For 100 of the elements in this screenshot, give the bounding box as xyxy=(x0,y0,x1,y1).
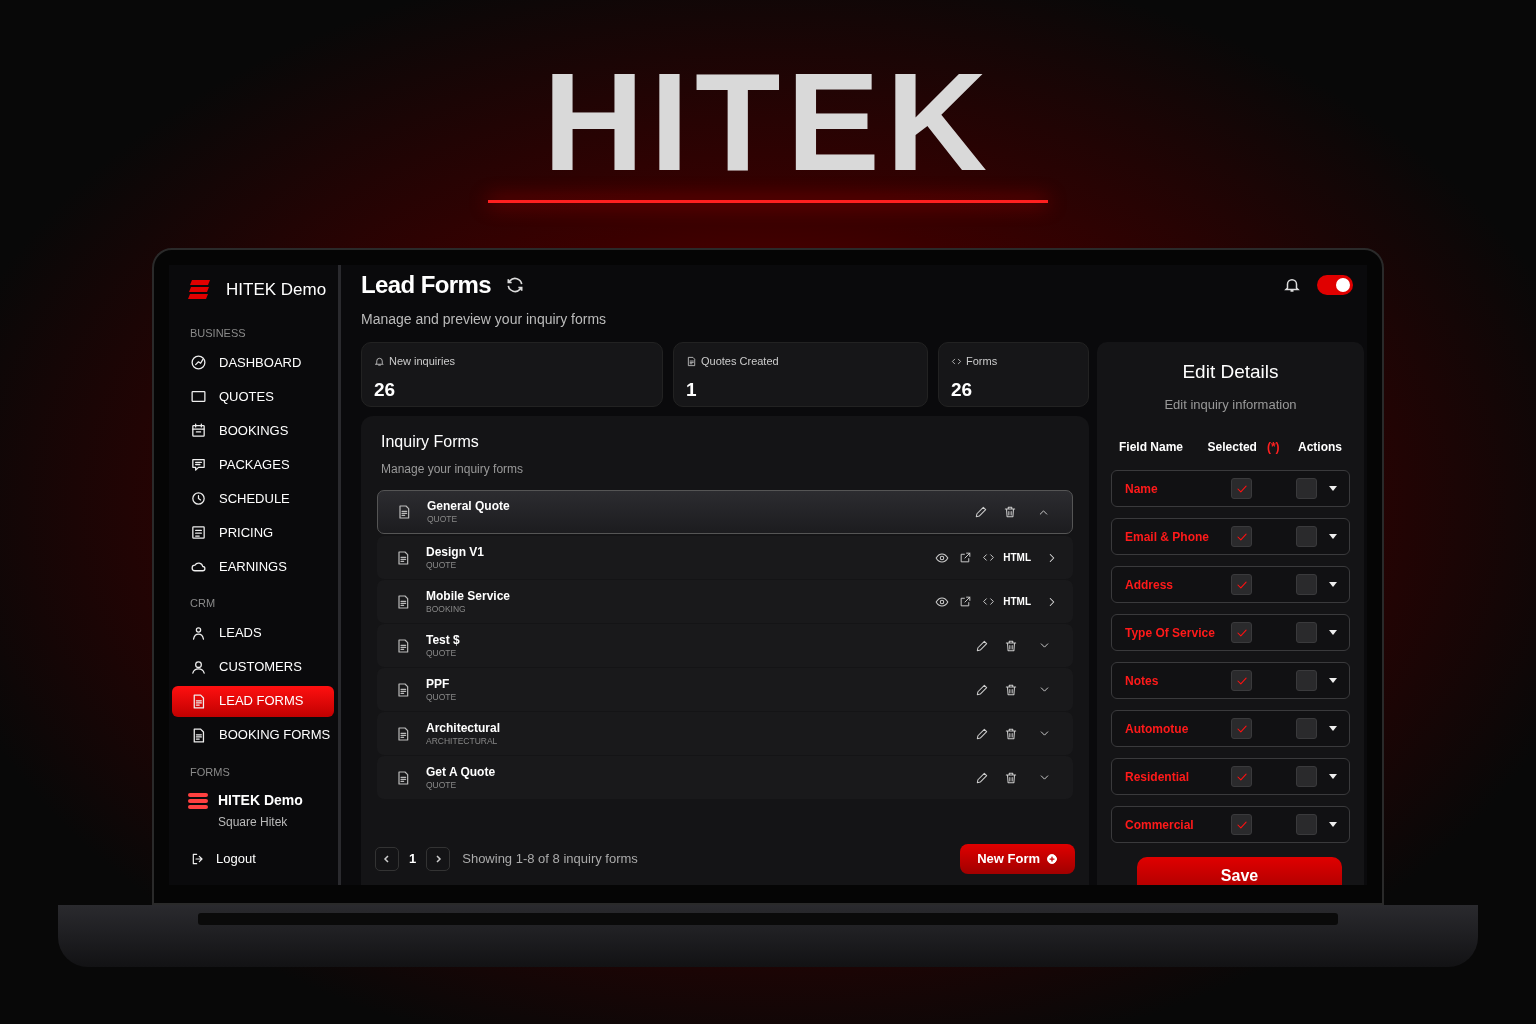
sidebar-item[interactable]: PRICING xyxy=(172,517,334,548)
selected-checkbox[interactable] xyxy=(1231,478,1252,499)
dropdown-caret-icon[interactable] xyxy=(1329,773,1337,780)
trash-icon[interactable] xyxy=(1004,770,1018,785)
eye-icon[interactable] xyxy=(935,550,950,565)
code-icon[interactable] xyxy=(982,551,996,564)
new-form-button[interactable]: New Form xyxy=(960,844,1075,874)
form-type: QUOTE xyxy=(426,647,458,659)
sidebar-item[interactable]: BOOKING FORMS xyxy=(172,719,334,751)
account-name: HITEK Demo xyxy=(218,791,303,810)
square-icon xyxy=(190,388,207,405)
sidebar-item[interactable]: PACKAGES xyxy=(172,449,334,480)
page-subtitle: Manage and preview your inquiry forms xyxy=(361,310,608,329)
sidebar-item[interactable]: DASHBOARD xyxy=(172,347,334,378)
stat-value: 26 xyxy=(374,377,397,402)
account-subtitle: Square Hitek xyxy=(218,814,289,831)
stat-label: Quotes Created xyxy=(701,354,779,369)
section-heading: BUSINESS xyxy=(190,325,247,341)
refresh-icon[interactable] xyxy=(505,275,526,295)
previous-page-button[interactable] xyxy=(375,847,399,871)
selected-checkbox[interactable] xyxy=(1231,718,1252,739)
form-name: General Quote xyxy=(427,499,510,514)
stat-label: Forms xyxy=(966,354,998,369)
trash-icon[interactable] xyxy=(1004,726,1018,741)
dropdown-caret-icon[interactable] xyxy=(1329,629,1337,636)
action-checkbox[interactable] xyxy=(1296,622,1317,643)
account-logo-icon xyxy=(188,792,208,810)
html-link[interactable]: HTML xyxy=(1003,594,1031,609)
pencil-icon[interactable] xyxy=(975,638,989,653)
toggle-switch[interactable] xyxy=(1317,275,1353,295)
code-icon[interactable] xyxy=(982,595,996,608)
dropdown-caret-icon[interactable] xyxy=(1329,821,1337,828)
form-type: ARCHITECTURAL xyxy=(426,735,499,747)
selected-checkbox[interactable] xyxy=(1231,574,1252,595)
column-header: Actions xyxy=(1298,439,1342,456)
selected-checkbox[interactable] xyxy=(1231,622,1252,643)
calendar-icon xyxy=(190,422,207,439)
action-checkbox[interactable] xyxy=(1296,670,1317,691)
action-checkbox[interactable] xyxy=(1296,718,1317,739)
external-link-icon[interactable] xyxy=(959,595,973,608)
field-name: Commercial xyxy=(1125,816,1195,834)
plus-circle-icon xyxy=(1046,853,1058,865)
selected-checkbox[interactable] xyxy=(1231,526,1252,547)
form-type: QUOTE xyxy=(426,779,458,791)
sidebar-item[interactable]: EARNINGS xyxy=(172,551,334,582)
field-name: Address xyxy=(1125,576,1175,594)
external-link-icon[interactable] xyxy=(959,551,973,564)
section-heading: CRM xyxy=(190,596,217,611)
selected-checkbox[interactable] xyxy=(1231,670,1252,691)
sidebar-item[interactable]: CUSTOMERS xyxy=(172,651,334,683)
bell-icon[interactable] xyxy=(1283,276,1301,294)
action-checkbox[interactable] xyxy=(1296,574,1317,595)
form-name: PPF xyxy=(426,676,451,692)
sidebar-item[interactable]: LEAD FORMS xyxy=(172,685,334,717)
form-row[interactable]: Test $ QUOTE xyxy=(377,624,1073,667)
trash-icon[interactable] xyxy=(1004,682,1018,697)
dropdown-caret-icon[interactable] xyxy=(1329,533,1337,540)
form-row[interactable]: Get A Quote QUOTE xyxy=(377,756,1073,799)
dropdown-caret-icon[interactable] xyxy=(1329,677,1337,684)
dropdown-caret-icon[interactable] xyxy=(1329,725,1337,732)
pencil-icon[interactable] xyxy=(975,770,989,785)
sidebar-item[interactable]: QUOTES xyxy=(172,381,334,412)
action-checkbox[interactable] xyxy=(1296,814,1317,835)
form-name: Mobile Service xyxy=(426,588,511,604)
form-row[interactable]: Design V1 QUOTE HTML xyxy=(377,536,1073,579)
trash-icon[interactable] xyxy=(1004,638,1018,653)
form-row[interactable]: General Quote QUOTE xyxy=(377,490,1073,534)
form-row[interactable]: PPF QUOTE xyxy=(377,668,1073,711)
logout-link[interactable]: Logout xyxy=(190,849,256,869)
pagination-summary: Showing 1-8 of 8 inquiry forms xyxy=(462,850,638,869)
dropdown-caret-icon[interactable] xyxy=(1329,485,1337,492)
form-name: Architectural xyxy=(426,720,501,736)
dropdown-caret-icon[interactable] xyxy=(1329,581,1337,588)
card-title: Inquiry Forms xyxy=(381,432,480,452)
action-checkbox[interactable] xyxy=(1296,478,1317,499)
column-header: Field Name xyxy=(1119,439,1184,456)
form-row[interactable]: Mobile Service BOOKING HTML xyxy=(377,580,1073,623)
pencil-icon[interactable] xyxy=(975,682,989,697)
section-heading: FORMS xyxy=(190,764,231,780)
document-icon xyxy=(395,593,411,610)
save-button[interactable]: Save xyxy=(1137,857,1342,885)
eye-icon[interactable] xyxy=(935,594,950,609)
html-link[interactable]: HTML xyxy=(1003,550,1031,565)
pencil-icon[interactable] xyxy=(974,505,988,519)
form-row[interactable]: Architectural ARCHITECTURAL xyxy=(377,712,1073,755)
pencil-icon[interactable] xyxy=(975,726,989,741)
selected-checkbox[interactable] xyxy=(1231,814,1252,835)
sidebar-item[interactable]: SCHEDULE xyxy=(172,483,334,514)
field-name: Notes xyxy=(1125,672,1160,690)
action-checkbox[interactable] xyxy=(1296,766,1317,787)
selected-checkbox[interactable] xyxy=(1231,766,1252,787)
action-checkbox[interactable] xyxy=(1296,526,1317,547)
field-name: Name xyxy=(1125,480,1159,498)
trash-icon[interactable] xyxy=(1003,505,1017,519)
next-page-button[interactable] xyxy=(426,847,451,871)
form-type: QUOTE xyxy=(426,559,458,571)
chevron-right-icon xyxy=(433,854,444,864)
sidebar-item[interactable]: BOOKINGS xyxy=(172,415,334,446)
user-icon xyxy=(190,658,207,676)
sidebar-item[interactable]: LEADS xyxy=(172,617,334,649)
